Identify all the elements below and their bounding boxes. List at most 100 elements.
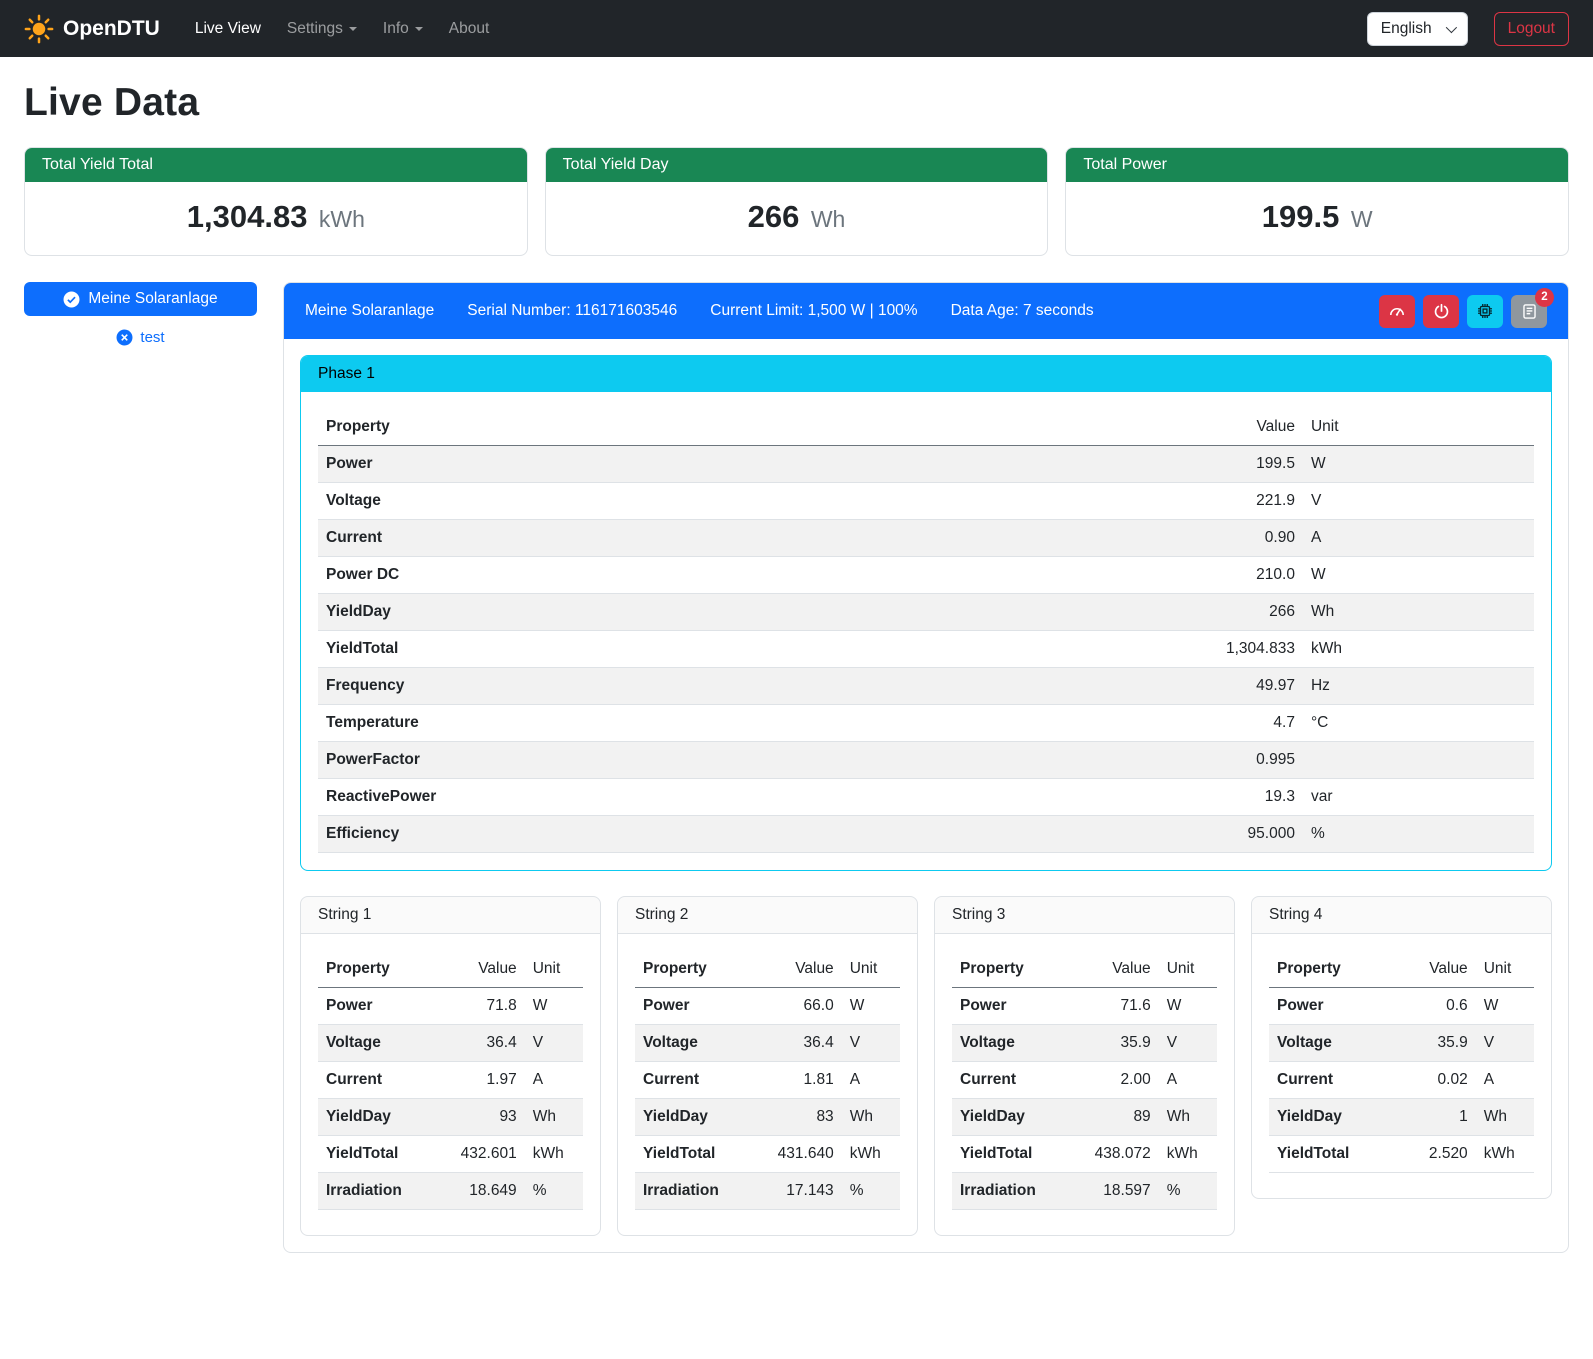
property-cell: Voltage — [952, 1025, 1085, 1062]
power-button[interactable] — [1423, 295, 1459, 328]
nav-links: Live View Settings Info About — [182, 12, 1367, 46]
table-row: YieldTotal1,304.833kWh — [318, 631, 1534, 668]
unit-cell: % — [525, 1173, 583, 1210]
property-cell: Power — [952, 988, 1085, 1025]
unit-cell: Wh — [525, 1099, 583, 1136]
unit-cell: kWh — [842, 1136, 900, 1173]
sidebar-item-meine-solaranlage[interactable]: Meine Solaranlage — [24, 282, 257, 316]
language-select[interactable]: English — [1367, 12, 1468, 46]
property-cell: YieldDay — [635, 1099, 768, 1136]
unit-cell: Wh — [1159, 1099, 1217, 1136]
column-header-property: Property — [952, 951, 1085, 988]
value-cell: 18.597 — [1085, 1173, 1159, 1210]
unit-cell: V — [842, 1025, 900, 1062]
limit-settings-button[interactable] — [1379, 295, 1415, 328]
table-row: Current0.90A — [318, 520, 1534, 557]
page-content: Live Data Total Yield Total 1,304.83 kWh… — [0, 81, 1593, 1281]
inverter-panel-body: Phase 1 Property Value Unit P — [284, 339, 1568, 1252]
value-cell: 266 — [1072, 594, 1303, 631]
property-cell: YieldTotal — [1269, 1136, 1402, 1173]
phase-1-table: Property Value Unit Power199.5WVoltage22… — [318, 409, 1534, 853]
table-row: Power66.0W — [635, 988, 900, 1025]
nav-settings[interactable]: Settings — [274, 12, 370, 46]
unit-cell: °C — [1303, 705, 1534, 742]
nav-right: English Logout — [1367, 12, 1569, 46]
chevron-down-icon — [1445, 21, 1456, 32]
string-1-title: String 1 — [301, 897, 600, 934]
table-row: ReactivePower19.3var — [318, 779, 1534, 816]
value-cell: 66.0 — [768, 988, 842, 1025]
value-cell: 210.0 — [1072, 557, 1303, 594]
column-header-unit: Unit — [842, 951, 900, 988]
value-cell: 89 — [1085, 1099, 1159, 1136]
column-header-value: Value — [1085, 951, 1159, 988]
value-cell: 432.601 — [451, 1136, 525, 1173]
value-cell: 0.6 — [1402, 988, 1476, 1025]
event-log-icon — [1521, 303, 1538, 320]
string-4-table: Property Value Unit Power0.6WVoltage35.9… — [1269, 951, 1534, 1173]
unit-cell: % — [1303, 816, 1534, 853]
unit-cell: W — [842, 988, 900, 1025]
property-cell: Current — [318, 520, 1072, 557]
table-header-row: Property Value Unit — [635, 951, 900, 988]
unit-cell: kWh — [525, 1136, 583, 1173]
brand[interactable]: OpenDTU — [24, 14, 160, 44]
x-circle-icon — [116, 329, 133, 346]
device-info-button[interactable] — [1467, 295, 1503, 328]
unit-cell: % — [1159, 1173, 1217, 1210]
unit-cell: V — [525, 1025, 583, 1062]
table-row: Irradiation17.143% — [635, 1173, 900, 1210]
table-row: Current1.97A — [318, 1062, 583, 1099]
unit-cell: W — [1303, 557, 1534, 594]
total-yield-total-unit: kWh — [319, 206, 365, 232]
property-cell: Irradiation — [635, 1173, 768, 1210]
string-3-table: Property Value Unit Power71.6WVoltage35.… — [952, 951, 1217, 1210]
unit-cell: A — [1303, 520, 1534, 557]
value-cell: 71.8 — [451, 988, 525, 1025]
table-row: YieldDay1Wh — [1269, 1099, 1534, 1136]
column-header-property: Property — [1269, 951, 1402, 988]
value-cell: 83 — [768, 1099, 842, 1136]
nav-live-view[interactable]: Live View — [182, 12, 274, 46]
table-row: YieldDay83Wh — [635, 1099, 900, 1136]
table-row: Voltage36.4V — [635, 1025, 900, 1062]
column-header-unit: Unit — [1476, 951, 1534, 988]
chevron-down-icon — [415, 27, 423, 31]
value-cell: 49.97 — [1072, 668, 1303, 705]
power-icon — [1433, 303, 1450, 320]
unit-cell: kWh — [1476, 1136, 1534, 1173]
unit-cell: W — [525, 988, 583, 1025]
value-cell: 0.995 — [1072, 742, 1303, 779]
table-row: Temperature4.7°C — [318, 705, 1534, 742]
card-header: Total Yield Day — [546, 148, 1048, 182]
nav-info[interactable]: Info — [370, 12, 436, 46]
event-log-button[interactable]: 2 — [1511, 295, 1547, 328]
table-row: Voltage36.4V — [318, 1025, 583, 1062]
logout-button[interactable]: Logout — [1494, 12, 1569, 46]
total-yield-day-card: Total Yield Day 266 Wh — [545, 147, 1049, 256]
table-row: Power0.6W — [1269, 988, 1534, 1025]
sidebar-item-label: Meine Solaranlage — [88, 290, 217, 308]
total-power-value: 199.5 — [1262, 199, 1340, 234]
table-row: Power71.6W — [952, 988, 1217, 1025]
property-cell: Voltage — [1269, 1025, 1402, 1062]
value-cell: 36.4 — [451, 1025, 525, 1062]
total-yield-total-card: Total Yield Total 1,304.83 kWh — [24, 147, 528, 256]
property-cell: Current — [318, 1062, 451, 1099]
property-cell: Power — [1269, 988, 1402, 1025]
cpu-icon — [1476, 302, 1494, 320]
inverter-data-age: Data Age: 7 seconds — [951, 302, 1094, 320]
unit-cell: V — [1476, 1025, 1534, 1062]
table-row: YieldTotal432.601kWh — [318, 1136, 583, 1173]
unit-cell: kWh — [1303, 631, 1534, 668]
value-cell: 71.6 — [1085, 988, 1159, 1025]
sidebar-item-test[interactable]: test — [24, 329, 257, 346]
phase-1-title: Phase 1 — [301, 356, 1551, 392]
property-cell: YieldTotal — [318, 1136, 451, 1173]
unit-cell: % — [842, 1173, 900, 1210]
string-2-card: String 2 Property Value Unit — [617, 896, 918, 1236]
string-2-title: String 2 — [618, 897, 917, 934]
property-cell: YieldTotal — [952, 1136, 1085, 1173]
nav-about[interactable]: About — [436, 12, 503, 46]
table-row: Efficiency95.000% — [318, 816, 1534, 853]
